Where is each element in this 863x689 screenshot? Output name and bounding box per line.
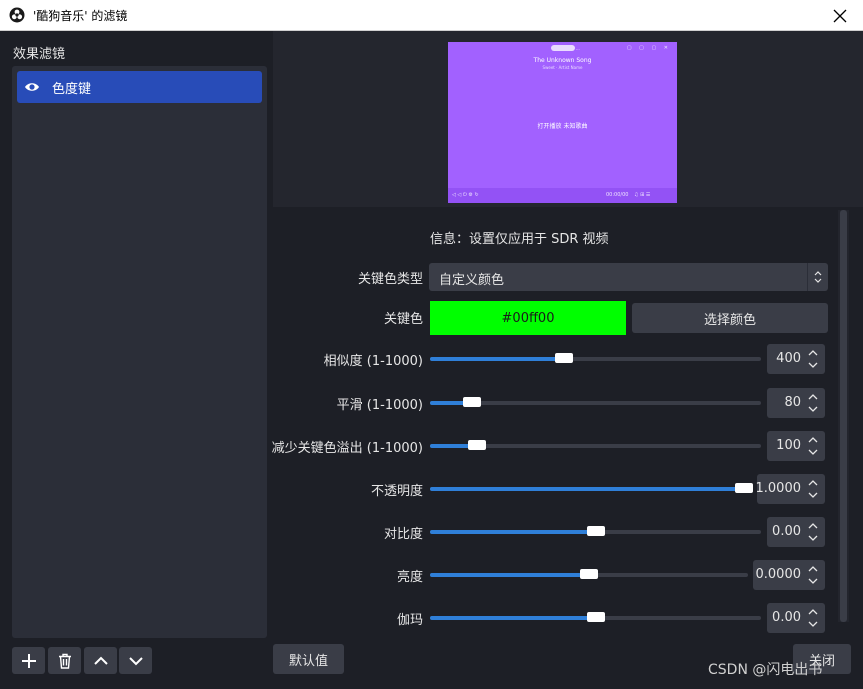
spill-reduction-value: 100	[776, 438, 801, 453]
spill-reduction-label: 减少关键色溢出 (1-1000)	[271, 441, 423, 456]
opacity-slider[interactable]	[430, 483, 753, 493]
similarity-slider-handle[interactable]	[555, 353, 573, 363]
chevron-down-icon	[128, 656, 143, 665]
preview-pill	[551, 45, 575, 51]
info-text: 信息：设置仅应用于 SDR 视频	[430, 232, 609, 247]
similarity-spinbox[interactable]: 400	[767, 344, 825, 374]
gamma-slider-handle[interactable]	[587, 612, 605, 622]
preview-player-bar: ◁ ◁ ⏻ ⚙ ↻ 00:00/00 ♫ ⊞ ☰	[448, 188, 677, 203]
preview-bar-time: 00:00/00	[606, 192, 629, 198]
filter-list[interactable]: 色度键	[12, 66, 267, 638]
gamma-slider[interactable]	[430, 612, 761, 622]
similarity-value: 400	[776, 351, 801, 366]
plus-icon	[21, 653, 36, 668]
preview-window-controls: ▢ ▢ ▢ ✕	[626, 45, 671, 51]
brightness-slider-fill	[430, 573, 589, 577]
brightness-slider[interactable]	[430, 569, 748, 579]
filters-section-label: 效果滤镜	[13, 47, 66, 62]
spin-arrows-icon[interactable]	[805, 519, 821, 545]
opacity-label: 不透明度	[370, 484, 423, 499]
defaults-button[interactable]: 默认值	[273, 644, 344, 674]
move-down-button[interactable]	[119, 647, 152, 674]
smoothness-slider[interactable]	[430, 397, 761, 407]
spill-reduction-spinbox[interactable]: 100	[767, 431, 825, 461]
filter-item-chroma-key[interactable]: 色度键	[17, 71, 262, 103]
brightness-value: 0.0000	[755, 567, 802, 582]
opacity-slider-handle[interactable]	[735, 483, 753, 493]
gamma-slider-fill	[430, 616, 596, 620]
brightness-spinbox[interactable]: 0.0000	[753, 560, 825, 590]
contrast-spinbox[interactable]: 0.00	[767, 517, 825, 547]
close-icon	[833, 9, 847, 22]
remove-filter-button[interactable]	[48, 647, 81, 674]
preview-bar-right: ♫ ⊞ ☰	[634, 192, 651, 198]
opacity-value: 1.0000	[755, 481, 802, 496]
chevron-up-icon	[93, 656, 108, 665]
similarity-slider-fill	[430, 357, 564, 361]
preview-area: ··· ▢ ▢ ▢ ✕ The Unknown Song Sweet · Art…	[273, 31, 863, 207]
gamma-spinbox[interactable]: 0.00	[767, 603, 825, 633]
spill-reduction-slider[interactable]	[430, 440, 761, 450]
preview-sub-text: Sweet · Artist Name	[542, 65, 583, 70]
window-close-button[interactable]	[817, 0, 863, 31]
key-color-label: 关键色	[383, 312, 423, 327]
contrast-label: 对比度	[383, 527, 423, 542]
source-preview: ··· ▢ ▢ ▢ ✕ The Unknown Song Sweet · Art…	[448, 42, 677, 203]
select-arrows-icon	[807, 263, 828, 291]
preview-header-text: The Unknown Song	[533, 57, 592, 64]
spill-reduction-slider-handle[interactable]	[468, 440, 486, 450]
settings-scrollbar[interactable]	[838, 210, 849, 622]
spin-arrows-icon[interactable]	[805, 433, 821, 459]
key-color-swatch: #00ff00	[430, 301, 626, 335]
obs-app-icon	[9, 7, 25, 23]
brightness-slider-handle[interactable]	[580, 569, 598, 579]
choose-color-button[interactable]: 选择颜色	[632, 303, 828, 333]
brightness-label: 亮度	[396, 570, 423, 585]
watermark-text: CSDN @闪电出书	[708, 662, 823, 678]
smoothness-slider-handle[interactable]	[463, 397, 481, 407]
scrollbar-thumb[interactable]	[840, 210, 847, 622]
similarity-slider[interactable]	[430, 353, 761, 363]
spin-arrows-icon[interactable]	[805, 562, 821, 588]
spin-arrows-icon[interactable]	[805, 346, 821, 372]
preview-center-text: 打开播放 未知歌曲	[537, 123, 588, 130]
contrast-value: 0.00	[772, 524, 801, 539]
gamma-value: 0.00	[772, 610, 801, 625]
eye-icon[interactable]	[24, 79, 40, 95]
key-type-label: 关键色类型	[357, 272, 423, 287]
key-type-select[interactable]: 自定义颜色	[429, 263, 828, 291]
key-type-value: 自定义颜色	[439, 273, 505, 288]
trash-icon	[58, 653, 71, 669]
preview-pill-text: ···	[576, 47, 580, 52]
opacity-slider-fill	[430, 487, 744, 491]
gamma-label: 伽玛	[396, 613, 423, 628]
smoothness-label: 平滑 (1-1000)	[336, 398, 423, 413]
contrast-slider[interactable]	[430, 526, 761, 536]
smoothness-value: 80	[784, 395, 801, 410]
window-titlebar: '酷狗音乐' 的滤镜	[0, 0, 863, 31]
similarity-label: 相似度 (1-1000)	[323, 354, 423, 369]
move-up-button[interactable]	[84, 647, 117, 674]
contrast-slider-handle[interactable]	[587, 526, 605, 536]
spin-arrows-icon[interactable]	[805, 390, 821, 416]
opacity-spinbox[interactable]: 1.0000	[755, 474, 825, 504]
contrast-slider-fill	[430, 530, 596, 534]
window-title: '酷狗音乐' 的滤镜	[33, 8, 128, 23]
preview-bar-left: ◁ ◁ ⏻ ⚙ ↻	[452, 192, 479, 198]
spin-arrows-icon[interactable]	[805, 605, 821, 631]
add-filter-button[interactable]	[12, 647, 45, 674]
filter-item-label: 色度键	[52, 81, 92, 97]
smoothness-spinbox[interactable]: 80	[767, 388, 825, 418]
spin-arrows-icon[interactable]	[805, 476, 821, 502]
